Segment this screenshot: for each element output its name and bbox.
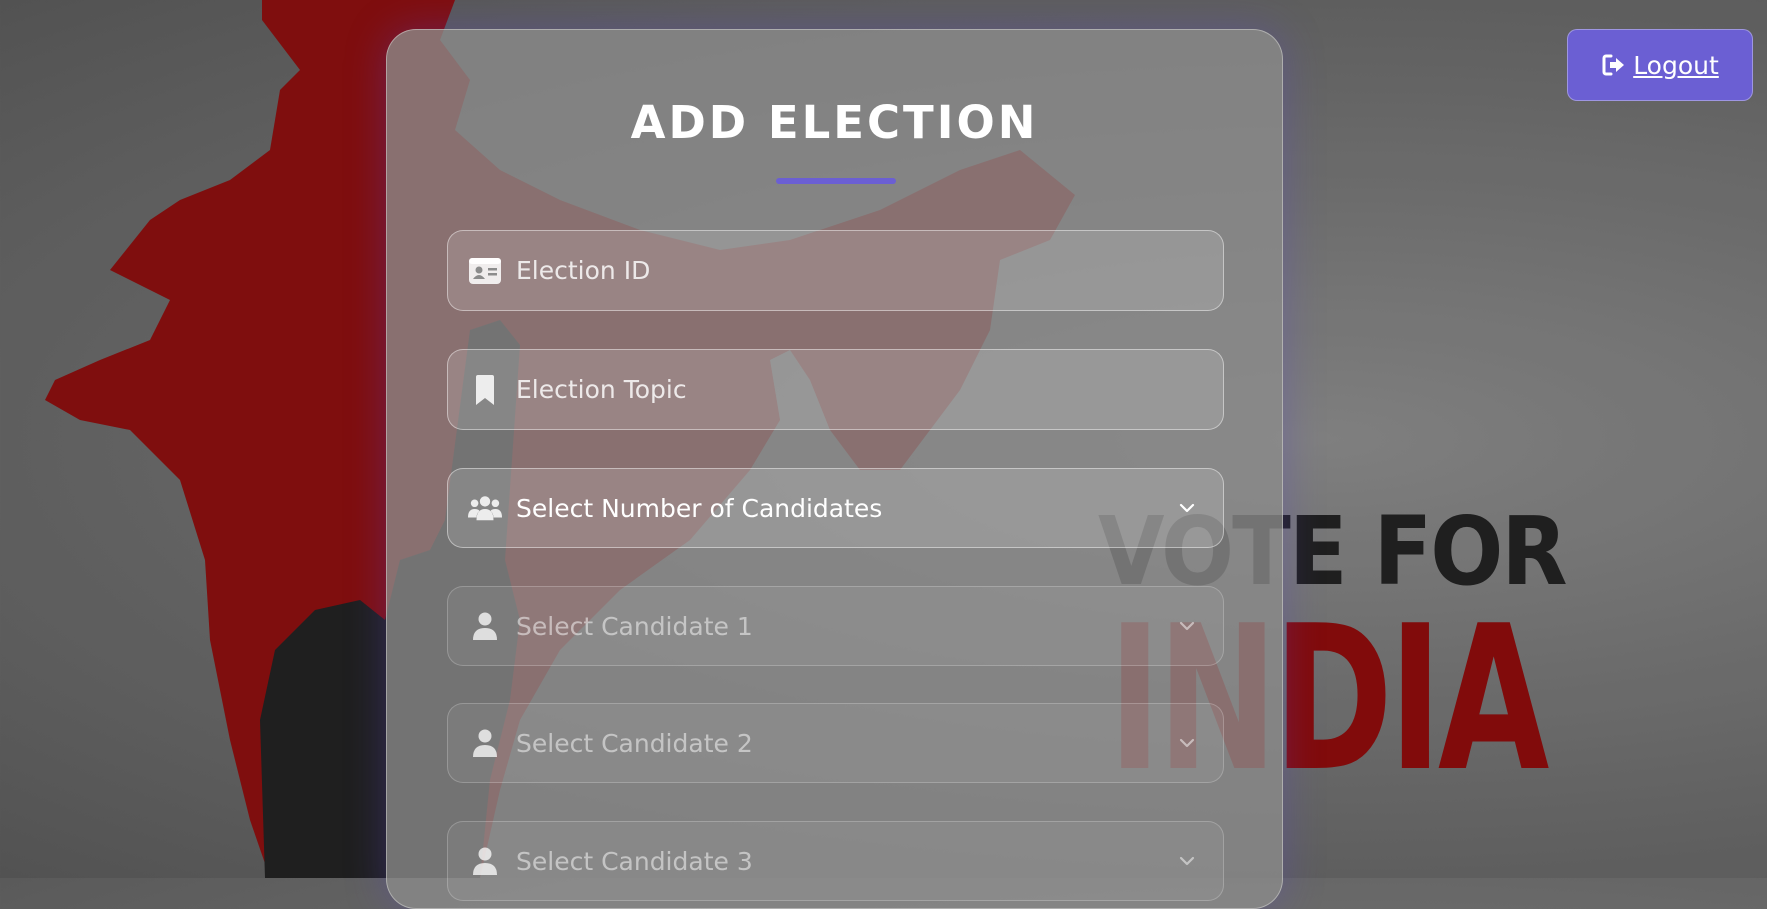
candidate-1-value: Select Candidate 1 (516, 611, 753, 641)
election-topic-input[interactable]: Election Topic (516, 375, 687, 404)
election-id-field[interactable]: Election ID (447, 230, 1224, 311)
candidate-1-select[interactable]: Select Candidate 1 (447, 586, 1224, 666)
election-topic-field[interactable]: Election Topic (447, 349, 1224, 430)
candidate-3-select[interactable]: Select Candidate 3 (447, 821, 1224, 901)
logout-button[interactable]: Logout (1567, 29, 1753, 101)
title-underline (776, 178, 896, 184)
candidate-2-select[interactable]: Select Candidate 2 (447, 703, 1224, 783)
id-card-icon (468, 254, 502, 288)
add-election-card: ADD ELECTION Election ID Election Topic (386, 29, 1283, 909)
candidate-count-select[interactable]: Select Number of Candidates (447, 468, 1224, 548)
candidate-3-value: Select Candidate 3 (516, 846, 753, 876)
logout-label: Logout (1633, 50, 1719, 80)
page-title: ADD ELECTION (630, 96, 1039, 149)
bookmark-icon (468, 373, 502, 407)
chevron-down-icon (1179, 503, 1195, 513)
users-icon (468, 491, 502, 525)
candidate-count-value: Select Number of Candidates (516, 493, 883, 523)
candidate-2-value: Select Candidate 2 (516, 728, 753, 758)
sign-out-icon (1601, 52, 1627, 78)
chevron-down-icon (1179, 738, 1195, 748)
election-id-input[interactable]: Election ID (516, 256, 650, 285)
chevron-down-icon (1179, 621, 1195, 631)
user-icon (468, 726, 502, 760)
chevron-down-icon (1179, 856, 1195, 866)
user-icon (468, 609, 502, 643)
user-icon (468, 844, 502, 878)
